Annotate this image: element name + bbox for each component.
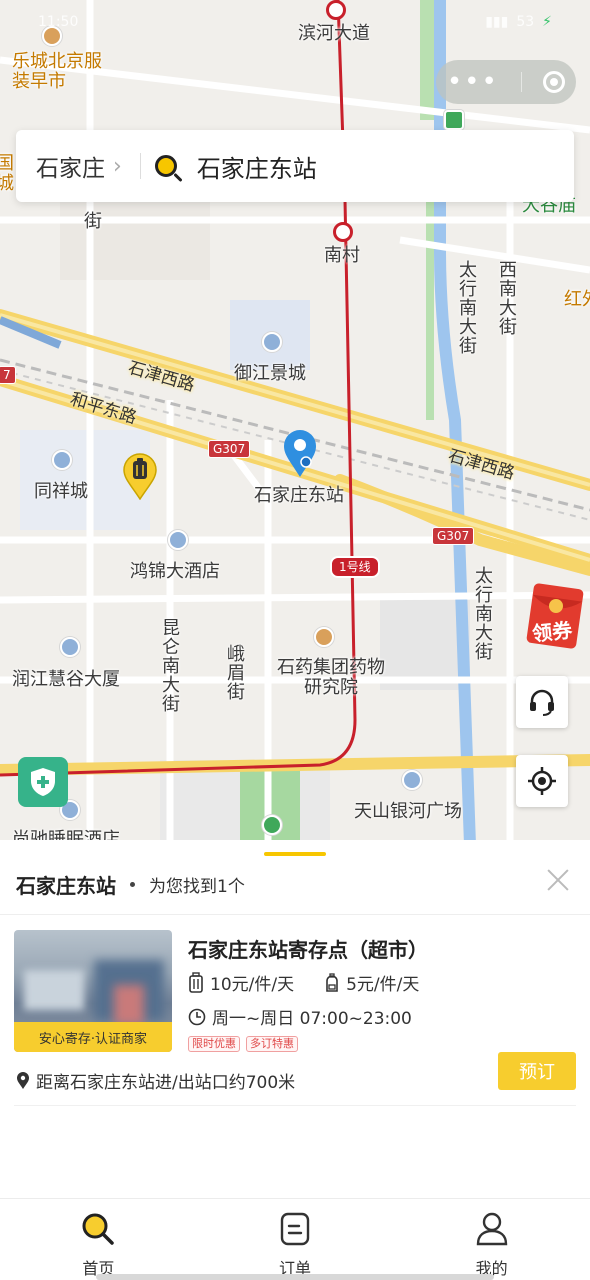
price-large-luggage: 10元/件/天 (210, 975, 295, 995)
park-poi-icon (262, 815, 282, 835)
mini-program-capsule: ••• (436, 60, 576, 104)
coupon-button[interactable]: 领券 (516, 582, 586, 652)
signal-icon: ▮▮▮ (485, 14, 509, 30)
map-label: 红外 (564, 289, 590, 310)
price-row: 10元/件/天 5元/件/天 (188, 970, 419, 995)
map-label: 润江慧谷大厦 (12, 669, 120, 690)
promo-tag: 限时优惠 (188, 1036, 240, 1052)
city-name: 石家庄 (36, 156, 105, 182)
map-label: 石药集团药物研究院 (277, 657, 385, 698)
map-label: 太行南大街 (459, 260, 477, 357)
more-icon[interactable]: ••• (447, 69, 499, 95)
separator-dot (130, 882, 135, 887)
book-button[interactable]: 预订 (498, 1052, 576, 1090)
chevron-right-icon: › (113, 153, 122, 179)
map-view[interactable]: 滨河大道 乐城北京服装早市 国城 街 南村 大谷庙 太行南大街 西南大街 红外 … (0, 0, 590, 845)
divider (0, 914, 590, 915)
safety-button[interactable] (18, 757, 68, 807)
map-label: 峨眉街 (227, 644, 245, 703)
subway-station-icon (333, 222, 353, 242)
locker-marker-icon[interactable] (122, 452, 158, 501)
status-bar: 11:50 ▮▮▮ 53 ⚡ (0, 0, 590, 44)
storefront-photo: 安心寄存·认证商家 (14, 930, 172, 1052)
capsule-divider (520, 72, 522, 92)
sheet-title: 石家庄东站 (16, 874, 116, 898)
close-miniprogram-icon[interactable] (543, 71, 566, 93)
search-query: 石家庄东站 (196, 154, 317, 183)
locate-icon (528, 767, 556, 795)
tab-profile[interactable]: 我的 (393, 1199, 590, 1280)
map-label: 乐城北京服装早市 (12, 51, 102, 92)
status-icons: ▮▮▮ 53 ⚡ (485, 14, 552, 30)
search-icon (82, 1213, 115, 1245)
map-label: 石家庄东站 (254, 485, 344, 506)
order-icon (280, 1212, 310, 1246)
location-icon (17, 1071, 29, 1089)
close-icon[interactable] (544, 866, 572, 894)
storage-title: 石家庄东站寄存点（超市） (188, 938, 428, 962)
sheet-drag-handle[interactable] (264, 852, 326, 856)
headset-icon (530, 689, 554, 716)
map-label: 南村 (324, 245, 360, 266)
tab-orders[interactable]: 订单 (197, 1199, 394, 1280)
charging-icon: ⚡ (542, 14, 552, 30)
hours-row: 周一~周日 07:00~23:00 (188, 1004, 412, 1029)
research-poi-icon (314, 627, 334, 647)
metro-exit-icon (444, 110, 464, 130)
mall-poi-icon (402, 770, 422, 790)
promo-tags: 限时优惠 多订特惠 (188, 1036, 304, 1052)
map-base-layer (0, 0, 590, 845)
status-time: 11:50 (38, 14, 79, 30)
search-input[interactable]: 石家庄东站 (154, 130, 574, 202)
result-count: 为您找到1个 (149, 877, 245, 897)
opening-hours: 周一~周日 07:00~23:00 (212, 1009, 412, 1029)
distance-row: 距离石家庄东站进/出站口约700米 (16, 1068, 295, 1093)
hotel-poi-icon (168, 530, 188, 550)
shield-icon (31, 768, 55, 796)
storage-card[interactable]: 安心寄存·认证商家 石家庄东站寄存点（超市） 10元/件/天 5元/件/天 周一… (14, 930, 576, 1106)
results-sheet: 石家庄东站 为您找到1个 安心寄存·认证商家 石家庄东站寄存点（超市） 10元/… (0, 840, 590, 1198)
highway-shield: G307 (432, 527, 475, 545)
promo-tag: 多订特惠 (246, 1036, 298, 1052)
residence-poi-icon (52, 450, 72, 470)
battery-level: 53 (516, 14, 535, 30)
suitcase-icon (189, 971, 203, 993)
map-label: 鸿锦大酒店 (130, 561, 220, 582)
location-pin-icon[interactable] (282, 428, 318, 478)
sheet-header: 石家庄东站 为您找到1个 (16, 870, 245, 899)
search-bar: 石家庄 › 石家庄东站 (16, 130, 574, 202)
search-icon (154, 155, 177, 177)
map-label: 西南大街 (499, 260, 517, 338)
tab-bar: 首页 订单 我的 (0, 1198, 590, 1280)
city-selector[interactable]: 石家庄 › (16, 130, 122, 202)
divider (14, 1105, 576, 1106)
coupon-label: 领券 (531, 617, 574, 647)
map-label: 同祥城 (34, 481, 88, 502)
metro-line-label: 1号线 (330, 556, 380, 578)
highway-shield: G307 (208, 440, 251, 458)
clock-icon (188, 1008, 206, 1025)
price-small-luggage: 5元/件/天 (346, 975, 420, 995)
tab-home[interactable]: 首页 (0, 1199, 197, 1280)
user-icon (476, 1212, 507, 1246)
map-label: 昆仑南大街 (162, 618, 180, 715)
certified-badge: 安心寄存·认证商家 (14, 1022, 172, 1052)
map-label: 天山银河广场 (354, 801, 462, 822)
search-divider (139, 153, 141, 179)
residence-poi-icon (262, 332, 282, 352)
home-indicator (96, 1274, 494, 1280)
map-label: 国城 (0, 153, 14, 194)
office-poi-icon (60, 637, 80, 657)
distance-text: 距离石家庄东站进/出站口约700米 (36, 1073, 296, 1093)
map-label: 街 (84, 211, 102, 232)
highway-shield: 7 (0, 366, 16, 384)
locate-button[interactable] (516, 755, 568, 807)
map-label: 太行南大街 (475, 566, 493, 663)
map-label: 御江景城 (234, 363, 306, 384)
customer-service-button[interactable] (516, 676, 568, 728)
backpack-icon (326, 972, 338, 992)
